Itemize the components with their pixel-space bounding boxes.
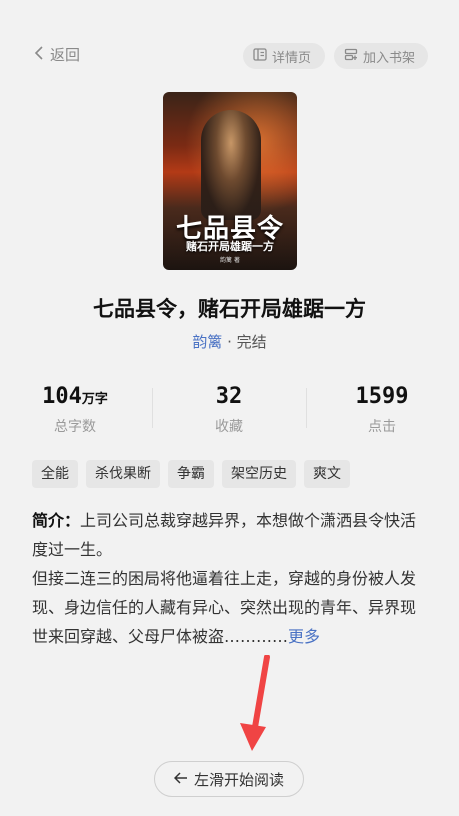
- book-cover: 七品县令 赌石开局雄踞一方 韵篱 著: [163, 92, 297, 270]
- add-to-shelf-button[interactable]: 加入书架: [334, 43, 428, 69]
- top-bar: 返回 详情页 加入书架: [0, 40, 459, 72]
- arrow-down-icon: [234, 654, 274, 759]
- stat-value: 1599: [355, 384, 409, 409]
- synopsis-line-1: 上司公司总裁穿越异界，本想做个潇洒县令快活度过一生。: [32, 511, 417, 559]
- start-reading-button[interactable]: 左滑开始阅读: [154, 761, 304, 797]
- stat-word-count: 104万字 总字数: [0, 382, 150, 436]
- tag-chip[interactable]: 争霸: [168, 460, 214, 488]
- cover-warrior-figure: [201, 110, 261, 220]
- book-synopsis: 简介：上司公司总裁穿越异界，本想做个潇洒县令快活度过一生。 但接二连三的困局将他…: [32, 506, 430, 651]
- tag-chip[interactable]: 全能: [32, 460, 78, 488]
- stat-divider: [152, 388, 153, 428]
- tag-chip[interactable]: 杀伐果断: [86, 460, 160, 488]
- back-button[interactable]: 返回: [34, 44, 80, 65]
- book-stats: 104万字 总字数 32 收藏 1599 点击: [0, 382, 459, 438]
- stat-label: 收藏: [215, 419, 243, 435]
- stat-clicks: 1599 点击: [307, 382, 457, 436]
- back-label: 返回: [50, 46, 81, 64]
- book-meta: 韵篱 · 完结: [0, 331, 459, 352]
- meta-separator: ·: [222, 333, 237, 351]
- tag-chip[interactable]: 爽文: [304, 460, 350, 488]
- stat-favorites: 32 收藏: [154, 382, 304, 436]
- book-title: 七品县令，赌石开局雄踞一方: [93, 297, 366, 321]
- stat-value: 104: [42, 384, 82, 409]
- cover-author: 韵篱 著: [220, 257, 240, 264]
- stat-value: 32: [215, 384, 243, 409]
- stat-unit: 万字: [81, 392, 108, 407]
- add-to-shelf-label: 加入书架: [363, 50, 416, 66]
- synopsis-line-2: 但接二连三的困局将他逼着往上走，穿越的身份被人发现、身边信任的人藏有异心、突然出…: [32, 569, 417, 646]
- book-status: 完结: [236, 333, 267, 351]
- detail-page-button[interactable]: 详情页: [243, 43, 325, 69]
- bookshelf-icon: [344, 48, 363, 65]
- synopsis-label: 简介：: [32, 511, 81, 530]
- chevron-left-icon: [34, 45, 50, 64]
- detail-page-label: 详情页: [272, 50, 312, 66]
- arrow-left-icon: [173, 770, 194, 788]
- author-link[interactable]: 韵篱: [192, 333, 222, 351]
- tag-list: 全能 杀伐果断 争霸 架空历史 爽文: [32, 460, 358, 488]
- stat-label: 点击: [368, 419, 396, 435]
- cover-subtitle: 赌石开局雄踞一方: [186, 240, 274, 253]
- tag-chip[interactable]: 架空历史: [222, 460, 296, 488]
- book-detail-icon: [253, 47, 272, 65]
- stat-label: 总字数: [54, 419, 96, 435]
- more-link[interactable]: 更多: [288, 627, 320, 646]
- start-reading-label: 左滑开始阅读: [193, 770, 284, 789]
